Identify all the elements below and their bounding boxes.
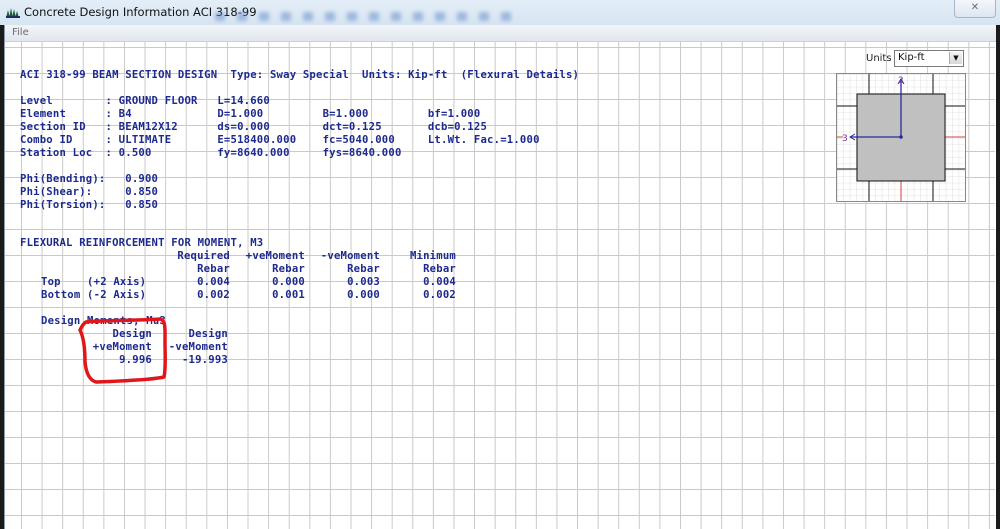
- moments-title: Design Moments, Mu3: [41, 315, 166, 327]
- moment-neg-h1: Design: [188, 328, 228, 340]
- cell-required: 0.004: [197, 276, 230, 288]
- report-header: ACI 318-99 BEAM SECTION DESIGN Type: Swa…: [20, 69, 580, 81]
- phi-torsion: Phi(Torsion): 0.850: [20, 199, 159, 211]
- col-neg-h2: Rebar: [347, 263, 380, 275]
- units-selected-value: Kip-ft: [898, 52, 925, 63]
- col-neg-h1: -veMoment: [320, 250, 380, 262]
- col-min-h2: Rebar: [423, 263, 456, 275]
- cell-pos: 0.001: [272, 289, 305, 301]
- phi-shear: Phi(Shear): 0.850: [20, 186, 159, 198]
- flexural-title: FLEXURAL REINFORCEMENT FOR MOMENT, M3: [20, 237, 264, 249]
- cell-required: 0.002: [197, 289, 230, 301]
- cell-neg: 0.003: [347, 276, 380, 288]
- close-icon: ✕: [970, 2, 980, 13]
- moment-neg-value: -19.993: [181, 354, 228, 366]
- info-combo: Combo ID : ULTIMATE E=518400.000 fc=5040…: [20, 134, 540, 146]
- units-label: Units: [866, 53, 892, 64]
- info-station: Station Loc : 0.500 fy=8640.000 fys=8640…: [20, 147, 402, 159]
- window-edge-right: [996, 25, 1000, 529]
- cell-neg: 0.000: [347, 289, 380, 301]
- cell-min: 0.002: [423, 289, 456, 301]
- section-view: 2 3: [836, 73, 966, 202]
- axis-2-label: 2: [898, 76, 904, 86]
- col-pos-h1: +veMoment: [245, 250, 305, 262]
- moment-pos-value: 9.996: [119, 354, 152, 366]
- units-dropdown[interactable]: Kip-ft ▼: [894, 50, 964, 67]
- phi-bending: Phi(Bending): 0.900: [20, 173, 159, 185]
- info-element: Element : B4 D=1.000 B=1.000 bf=1.000: [20, 108, 481, 120]
- col-pos-h2: Rebar: [272, 263, 305, 275]
- menu-file[interactable]: File: [12, 27, 29, 38]
- cell-pos: 0.000: [272, 276, 305, 288]
- axis-origin: [899, 135, 903, 139]
- moment-neg-h2: -veMoment: [168, 341, 228, 353]
- info-section: Section ID : BEAM12X12 ds=0.000 dct=0.12…: [20, 121, 488, 133]
- background-toolbar: [215, 6, 605, 21]
- chevron-down-icon[interactable]: ▼: [949, 52, 962, 64]
- moment-pos-h1: Design: [112, 328, 152, 340]
- col-min-h1: Minimum: [409, 250, 456, 262]
- col-required-h1: Required: [177, 250, 230, 262]
- axis-3-label: 3: [842, 134, 848, 144]
- row-label: Top (+2 Axis): [41, 276, 147, 288]
- info-level: Level : GROUND FLOOR L=14.660: [20, 95, 270, 107]
- title-bar: Concrete Design Information ACI 318-99 ✕: [0, 0, 1000, 25]
- close-button[interactable]: ✕: [954, 0, 996, 18]
- app-icon: [6, 8, 20, 18]
- col-required-h2: Rebar: [197, 263, 230, 275]
- section-drawing: 2 3: [837, 74, 965, 201]
- cell-min: 0.004: [423, 276, 456, 288]
- row-label: Bottom (-2 Axis): [41, 289, 147, 301]
- menu-bar: File: [5, 25, 1000, 42]
- moment-pos-h2: +veMoment: [92, 341, 152, 353]
